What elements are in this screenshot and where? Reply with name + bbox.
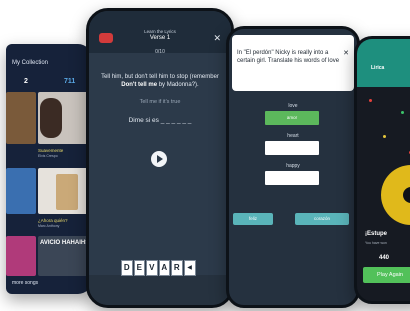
answer-box[interactable]: amor bbox=[265, 111, 319, 125]
album-tile[interactable] bbox=[6, 236, 36, 276]
letter-key[interactable]: D bbox=[121, 260, 133, 276]
album-tile[interactable] bbox=[6, 92, 36, 144]
translate-screen: In "El perdón" Nicky is really into a ce… bbox=[226, 26, 360, 308]
word-option-button[interactable]: feliz bbox=[233, 213, 273, 225]
play-icon[interactable] bbox=[151, 151, 167, 167]
album-tile[interactable] bbox=[6, 168, 36, 214]
result-screen: Lirica ¡Estupe You have won 440 Play Aga… bbox=[354, 36, 410, 304]
result-title: ¡Estupe bbox=[365, 231, 388, 237]
progress-counter: 0/10 bbox=[155, 49, 165, 55]
album-art-portrait bbox=[40, 98, 62, 138]
letter-key[interactable]: R bbox=[171, 260, 183, 276]
lyrics-prompt: Tell him, but don't tell him to stop (re… bbox=[101, 74, 219, 88]
answer-box[interactable] bbox=[265, 171, 319, 185]
verse-title: Verse 1 bbox=[149, 35, 171, 41]
close-icon[interactable]: ✕ bbox=[213, 33, 221, 44]
confetti-dot bbox=[383, 135, 386, 138]
album-title: Suavemente bbox=[38, 148, 64, 153]
lyrics-bottom-bar bbox=[89, 275, 231, 305]
score-value: 440 bbox=[379, 255, 390, 261]
vinyl-record-icon bbox=[381, 165, 410, 225]
word-option-button[interactable]: corazón bbox=[295, 213, 349, 225]
backspace-icon[interactable]: ◀ bbox=[183, 260, 196, 276]
result-subtitle: You have won bbox=[365, 241, 387, 245]
lyrics-screen: Learn the Lyrics Verse 1 0/10 ✕ Tell him… bbox=[86, 8, 234, 308]
brand-logo: Lirica bbox=[371, 65, 385, 71]
collection-title: My Collection bbox=[12, 60, 49, 66]
album-title: AVICIO HAHAIHS bbox=[40, 240, 90, 246]
letter-key[interactable]: V bbox=[146, 260, 158, 276]
close-icon[interactable]: ✕ bbox=[343, 49, 349, 57]
result-header bbox=[357, 39, 410, 87]
translate-prompt: In "El perdón" Nicky is really into a ce… bbox=[237, 50, 340, 64]
album-title: ¿Ahora quién? bbox=[38, 218, 68, 223]
album-art-figure bbox=[56, 174, 78, 210]
stat-left: 2 bbox=[24, 78, 28, 85]
word-label: love bbox=[288, 103, 298, 109]
confetti-dot bbox=[369, 99, 372, 102]
lyrics-header: Learn the Lyrics bbox=[144, 29, 176, 34]
translation-hint: Tell me if it's true bbox=[139, 99, 181, 105]
more-songs-link[interactable]: more songs bbox=[12, 280, 38, 286]
play-again-button[interactable]: Play Again bbox=[363, 267, 410, 283]
answer-box[interactable] bbox=[265, 141, 319, 155]
album-artist: Elvis Crespo bbox=[38, 154, 58, 158]
letter-key[interactable]: A bbox=[158, 260, 170, 276]
word-label: heart bbox=[287, 133, 299, 139]
confetti-dot bbox=[401, 111, 404, 114]
letter-key[interactable]: E bbox=[133, 260, 145, 276]
album-artist: Marc Anthony bbox=[38, 224, 60, 228]
word-label: happy bbox=[286, 163, 300, 169]
collection-screen: My Collection 2 711 Suavemente Elvis Cre… bbox=[6, 44, 92, 294]
translate-prompt-card: In "El perdón" Nicky is really into a ce… bbox=[232, 35, 354, 91]
answer-field: Dime si es _ _ _ _ _ _ bbox=[128, 117, 192, 124]
stat-right: 711 bbox=[64, 78, 76, 85]
letter-keyboard: D E V A R ◀ bbox=[121, 260, 196, 276]
